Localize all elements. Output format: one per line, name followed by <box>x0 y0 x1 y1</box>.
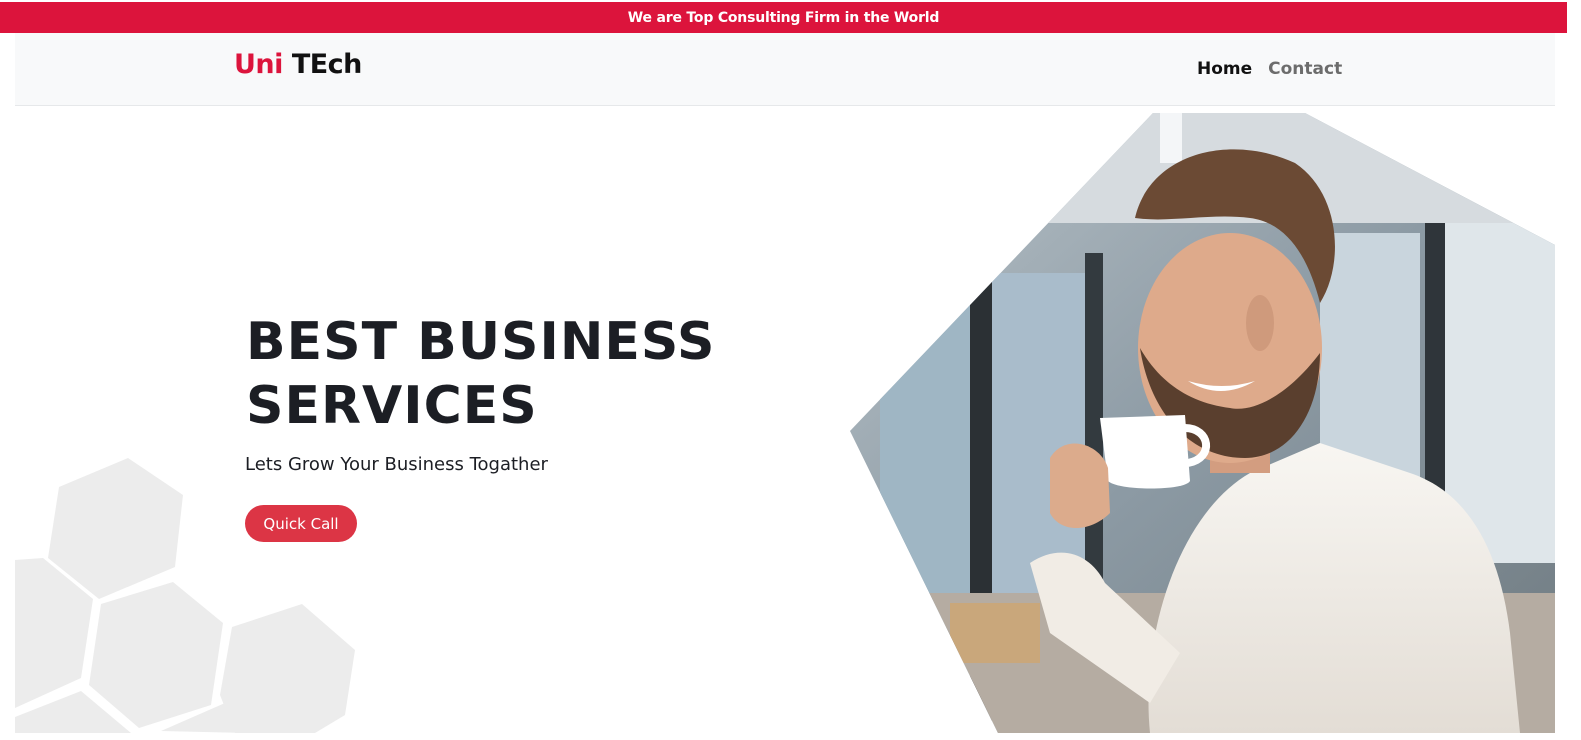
brand-part-2: TEch <box>291 49 363 80</box>
quick-call-button[interactable]: Quick Call <box>245 505 357 542</box>
nav-link-contact[interactable]: Contact <box>1268 59 1342 79</box>
hexagon-shape <box>48 458 183 599</box>
hero-subtitle: Lets Grow Your Business Togather <box>245 454 548 475</box>
hero-title: BEST BUSINESS SERVICES <box>246 310 806 438</box>
hero-title-line-2: SERVICES <box>246 376 538 436</box>
navbar: Uni TEch Home Contact <box>15 33 1555 106</box>
hero-title-line-1: BEST BUSINESS <box>246 312 716 372</box>
announcement-text: We are Top Consulting Firm in the World <box>627 9 940 26</box>
brand-part-1: Uni <box>234 49 283 80</box>
announcement-bar: We are Top Consulting Firm in the World <box>0 2 1567 33</box>
main-nav: Home Contact <box>1197 59 1342 79</box>
hexagon-shape <box>220 604 355 733</box>
brand-logo[interactable]: Uni TEch <box>234 49 362 80</box>
nav-link-home[interactable]: Home <box>1197 59 1252 79</box>
hero-section: BEST BUSINESS SERVICES Lets Grow Your Bu… <box>15 105 1555 733</box>
hero-photo-businessman <box>850 113 1555 733</box>
hexagon-shape <box>89 582 223 728</box>
